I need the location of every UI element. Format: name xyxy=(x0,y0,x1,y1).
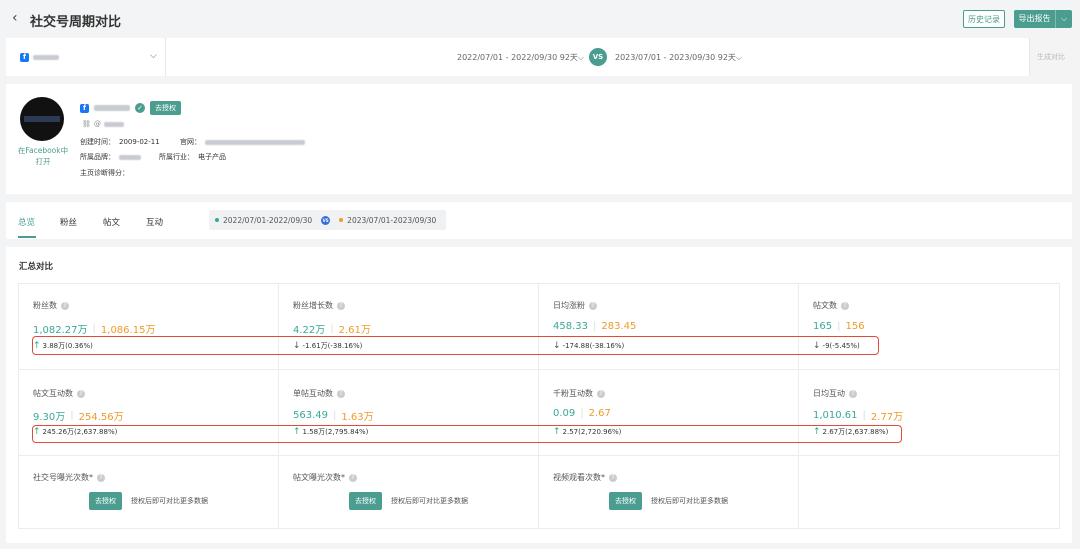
locked-metric-card: 视频观看次数*? 去授权 授权后即可对比更多数据 xyxy=(539,456,799,528)
period-2-select[interactable]: 2023/07/01 - 2023/09/30 92天⌵ xyxy=(615,52,742,63)
metrics-grid: 粉丝数? 1,082.27万 | 1,086.15万 ↑ 3.88万(0.36%) 粉… xyxy=(18,283,1060,529)
info-icon[interactable]: ? xyxy=(337,301,345,310)
info-icon[interactable]: ? xyxy=(597,389,605,398)
authorize-button[interactable]: 去授权 xyxy=(89,492,122,510)
tab-bar: 总览 粉丝 帖文 互动 2022/07/01-2022/09/30 VS 202… xyxy=(6,202,1072,239)
metric-card: 日均涨粉? 458.33 | 283.45 ↓ -174.88(-38.16%) xyxy=(539,284,799,370)
info-icon[interactable]: ? xyxy=(97,473,105,482)
industry: 所属行业： 电子产品 xyxy=(159,153,226,161)
profile-name-blurred xyxy=(94,105,130,111)
locked-metric-card: 社交号曝光次数*? 去授权 授权后即可对比更多数据 xyxy=(19,456,279,528)
info-icon[interactable]: ? xyxy=(609,473,617,482)
verified-icon: ✓ xyxy=(135,103,145,113)
metric-card: 日均互动? 1,010.61 | 2.77万 ↑ 2.67万(2,637.88%) xyxy=(799,370,1060,456)
page-header: ‹ 社交号周期对比 历史记录 导出报告 ⌵ xyxy=(0,0,1080,38)
summary-title: 汇总对比 xyxy=(19,262,54,272)
active-tab-indicator xyxy=(18,236,36,238)
info-icon[interactable]: ? xyxy=(61,301,69,310)
period-b-dot xyxy=(339,218,344,222)
account-name-blurred xyxy=(33,54,59,60)
created-date: 创建时间： 2009-02-11 xyxy=(80,138,160,146)
profile-handle: ⛓ @ xyxy=(82,120,124,128)
summary-section: 汇总对比 粉丝数? 1,082.27万 | 1,086.15万 ↑ 3.88万(0.3… xyxy=(6,247,1072,543)
link-icon: ⛓ xyxy=(82,120,91,128)
account-select[interactable]: f ⌵ xyxy=(6,38,166,76)
authorize-button[interactable]: 去授权 xyxy=(609,492,642,510)
info-icon[interactable]: ? xyxy=(589,301,597,310)
generate-comparison-button[interactable]: 生成对比 xyxy=(1029,38,1072,76)
tab-posts[interactable]: 帖文 xyxy=(103,216,120,228)
export-report-button[interactable]: 导出报告 ⌵ xyxy=(1014,10,1072,28)
history-button[interactable]: 历史记录 xyxy=(963,10,1005,28)
tab-fans[interactable]: 粉丝 xyxy=(60,216,77,228)
website-url-blurred[interactable] xyxy=(205,139,305,145)
metric-card: 单帖互动数? 563.49 | 1.63万 ↑ 1.58万(2,795.84%) xyxy=(279,370,539,456)
period-1-select[interactable]: 2022/07/01 - 2022/09/30 92天⌵ xyxy=(457,52,584,63)
highlight-box xyxy=(32,336,879,355)
info-icon[interactable]: ? xyxy=(849,389,857,398)
chevron-down-icon[interactable]: ⌵ xyxy=(150,51,157,61)
locked-metric-card: 帖文曝光次数*? 去授权 授权后即可对比更多数据 xyxy=(279,456,539,528)
vs-icon: VS xyxy=(589,48,607,66)
comparison-selector-bar: f ⌵ 2022/07/01 - 2022/09/30 92天⌵ VS 2023… xyxy=(6,38,1072,76)
period-legend: 2022/07/01-2022/09/30 VS 2023/07/01-2023… xyxy=(209,210,446,230)
vs-icon: VS xyxy=(321,215,331,225)
open-in-facebook-link[interactable]: 在Facebook中打开 xyxy=(16,145,70,167)
diagnosis-score: 主页诊断得分： xyxy=(80,169,129,177)
highlight-box xyxy=(32,425,902,443)
website: 官网： xyxy=(180,137,305,147)
info-icon[interactable]: ? xyxy=(337,389,345,398)
brand: 所属品牌： xyxy=(80,152,141,162)
avatar xyxy=(20,97,64,141)
period-a-dot xyxy=(215,218,219,222)
profile-name-row: f ✓ 去授权 xyxy=(80,101,181,115)
tab-interactions[interactable]: 互动 xyxy=(146,216,163,228)
export-report-label[interactable]: 导出报告 xyxy=(1014,10,1056,28)
authorize-button[interactable]: 去授权 xyxy=(349,492,382,510)
metric-card: 粉丝增长数? 4.22万 | 2.61万 ↓ -1.61万(-38.16%) xyxy=(279,284,539,370)
facebook-icon: f xyxy=(80,103,89,113)
page-title: 社交号周期对比 xyxy=(30,15,122,30)
metric-card: 帖文互动数? 9.30万 | 254.56万 ↑ 245.26万(2,637.88%) xyxy=(19,370,279,456)
metric-card: 帖文数? 165 | 156 ↓ -9(-5.45%) xyxy=(799,284,1060,370)
info-icon[interactable]: ? xyxy=(349,473,357,482)
tab-overview[interactable]: 总览 xyxy=(18,216,35,228)
info-icon[interactable]: ? xyxy=(77,389,85,398)
reauthorize-button[interactable]: 去授权 xyxy=(150,101,181,115)
chevron-down-icon[interactable]: ⌵ xyxy=(1056,14,1072,24)
metric-card: 千粉互动数? 0.09 | 2.67 ↑ 2.57(2,720.96%) xyxy=(539,370,799,456)
info-icon[interactable]: ? xyxy=(841,301,849,310)
profile-card: 在Facebook中打开 f ✓ 去授权 ⛓ @ 创建时间： 2009-02-11… xyxy=(6,84,1072,194)
back-icon[interactable]: ‹ xyxy=(12,10,18,26)
facebook-icon: f xyxy=(20,52,29,62)
metric-card: 粉丝数? 1,082.27万 | 1,086.15万 ↑ 3.88万(0.36%) xyxy=(19,284,279,370)
